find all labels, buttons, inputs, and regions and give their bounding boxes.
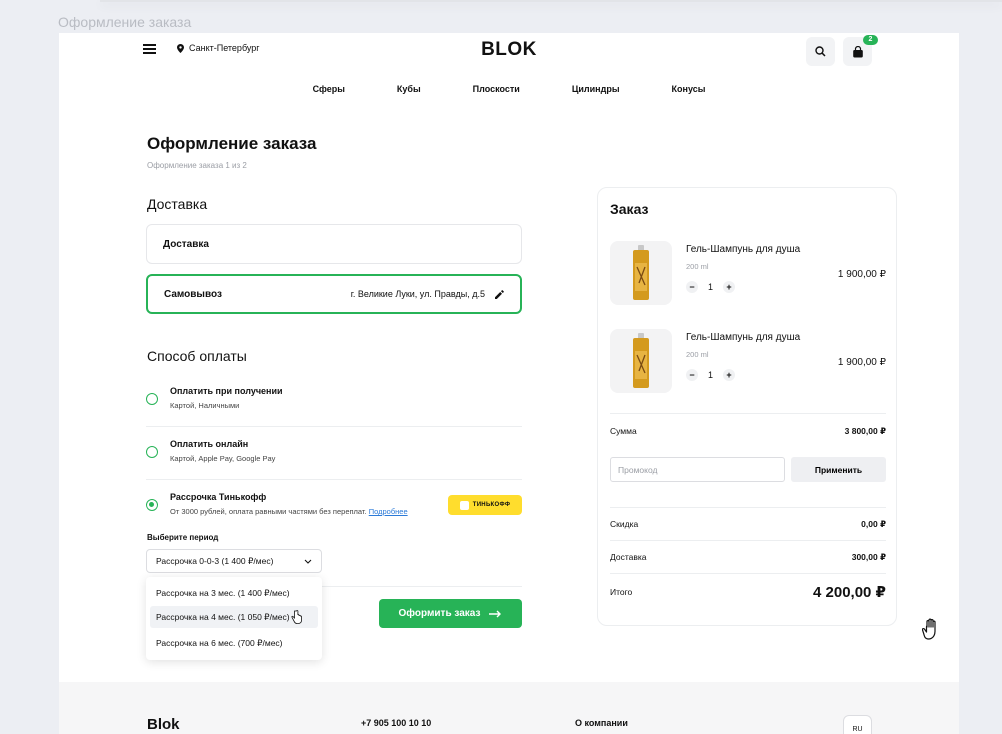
period-option[interactable]: Рассрочка на 6 мес. (700 ₽/мес) [150, 632, 318, 654]
nav-item-cubes[interactable]: Кубы [397, 84, 421, 94]
divider [146, 426, 522, 427]
period-dropdown: Рассрочка на 3 мес. (1 400 ₽/мес) Рассро… [146, 577, 322, 660]
increase-quantity-button[interactable]: + [723, 281, 736, 293]
delivery-option-pickup[interactable]: Самовывоз г. Великие Луки, ул. Правды, д… [146, 274, 522, 314]
footer-phone[interactable]: +7 905 100 10 10 [361, 718, 431, 728]
shampoo-bottle-icon [633, 333, 649, 388]
pointer-cursor-icon [291, 610, 302, 624]
submit-order-label: Оформить заказ [398, 608, 481, 619]
divider [146, 479, 522, 480]
cart-button[interactable]: 2 [843, 35, 878, 66]
nav-item-spheres[interactable]: Сферы [313, 84, 345, 94]
tinkoff-logo-text: ТИНЬКОФФ [472, 502, 511, 508]
total-row: Итого 4 200,00 ₽ [610, 583, 886, 601]
subtotal-row: Сумма 3 800,00 ₽ [610, 426, 886, 437]
product-name[interactable]: Гель-Шампунь для душа [686, 244, 800, 255]
product-volume: 200 ml [686, 262, 709, 271]
order-item: Гель-Шампунь для душа 200 ml − 1 + 1 900… [610, 241, 886, 305]
payment-option-title: Оплатить при получении [170, 386, 283, 396]
installment-description: От 3000 рублей, оплата равными частями б… [170, 507, 367, 516]
payment-option-title: Оплатить онлайн [170, 439, 249, 449]
shampoo-bottle-icon [633, 245, 649, 300]
delivery-option-courier[interactable]: Доставка [146, 224, 522, 264]
payment-option-title: Рассрочка Тинькофф [170, 492, 267, 502]
footer-about-link[interactable]: О компании [575, 718, 628, 728]
quantity-value: 1 [708, 370, 714, 380]
arrow-right-icon [489, 610, 502, 617]
order-item: Гель-Шампунь для душа 200 ml − 1 + 1 900… [610, 329, 886, 393]
payment-heading: Способ оплаты [147, 348, 247, 364]
checkout-step: Оформление заказа 1 из 2 [147, 161, 247, 170]
search-button[interactable] [806, 37, 835, 66]
product-volume: 200 ml [686, 350, 709, 359]
product-name[interactable]: Гель-Шампунь для душа [686, 332, 800, 343]
payment-option-sub: Картой, Apple Pay, Google Pay [170, 454, 276, 463]
quantity-stepper: − 1 + [686, 369, 736, 381]
apply-promo-button[interactable]: Применить [791, 457, 886, 482]
divider [610, 573, 886, 574]
quantity-value: 1 [708, 282, 714, 292]
edit-pencil-icon[interactable] [495, 289, 504, 299]
period-select[interactable]: Рассрочка 0-0-3 (1 400 ₽/мес) [146, 549, 322, 573]
period-label: Выберите период [147, 533, 219, 542]
top-shadow-bar [100, 0, 1002, 2]
page-caption: Оформление заказа [58, 14, 192, 30]
shopping-bag-icon [852, 45, 863, 57]
delivery-cost-value: 300,00 ₽ [851, 552, 886, 562]
quantity-stepper: − 1 + [686, 281, 736, 293]
delivery-option-label: Самовывоз [164, 288, 222, 300]
subtotal-label: Сумма [610, 426, 637, 436]
cart-count-badge: 2 [863, 35, 878, 45]
category-nav: Сферы Кубы Плоскости Цилиндры Конусы [59, 84, 959, 94]
pickup-address: г. Великие Луки, ул. Правды, д.5 [350, 289, 485, 299]
divider [610, 507, 886, 508]
divider [610, 540, 886, 541]
discount-row: Скидка 0,00 ₽ [610, 519, 886, 530]
delivery-cost-row: Доставка 300,00 ₽ [610, 552, 886, 563]
period-selected-value: Рассрочка 0-0-3 (1 400 ₽/мес) [156, 555, 274, 566]
divider [610, 413, 886, 414]
payment-option-on-delivery[interactable]: Оплатить при получении Картой, Наличными [146, 385, 522, 425]
tinkoff-logo: ТИНЬКОФФ [448, 495, 522, 515]
nav-item-cones[interactable]: Конусы [672, 84, 706, 94]
decrease-quantity-button[interactable]: − [686, 281, 698, 293]
delivery-option-label: Доставка [163, 238, 209, 250]
language-switcher[interactable]: RU [843, 715, 872, 734]
payment-option-sub: От 3000 рублей, оплата равными частями б… [170, 507, 408, 516]
product-price: 1 900,00 ₽ [837, 357, 886, 368]
footer: Blok +7 905 100 10 10 О компании RU [59, 682, 959, 734]
discount-value: 0,00 ₽ [861, 519, 886, 529]
footer-logo[interactable]: Blok [147, 716, 180, 733]
delivery-heading: Доставка [147, 196, 208, 212]
promo-code-input[interactable] [610, 457, 785, 482]
payment-option-sub: Картой, Наличными [170, 401, 240, 410]
chevron-down-icon [304, 559, 312, 564]
nav-item-cylinders[interactable]: Цилиндры [572, 84, 620, 94]
decrease-quantity-button[interactable]: − [686, 369, 698, 381]
nav-item-planes[interactable]: Плоскости [473, 84, 520, 94]
payment-radio[interactable] [146, 446, 158, 458]
product-thumbnail[interactable] [610, 241, 672, 305]
increase-quantity-button[interactable]: + [723, 369, 736, 381]
delivery-cost-label: Доставка [610, 552, 647, 562]
checkout-page: Санкт-Петербург BLOK 2 Сферы Кубы Плоскост… [59, 33, 959, 734]
payment-radio-selected[interactable] [146, 499, 158, 511]
discount-label: Скидка [610, 519, 639, 529]
total-label: Итого [610, 587, 633, 597]
payment-radio[interactable] [146, 393, 158, 405]
page-title: Оформление заказа [147, 134, 317, 153]
product-thumbnail[interactable] [610, 329, 672, 393]
details-link[interactable]: Подробнее [369, 507, 408, 516]
tinkoff-shield-icon [459, 500, 469, 510]
product-price: 1 900,00 ₽ [837, 269, 886, 280]
submit-order-button[interactable]: Оформить заказ [379, 599, 522, 628]
total-value: 4 200,00 ₽ [813, 584, 886, 601]
order-title: Заказ [610, 201, 649, 217]
period-option[interactable]: Рассрочка на 3 мес. (1 400 ₽/мес) [150, 582, 318, 604]
search-icon [815, 46, 826, 57]
payment-option-online[interactable]: Оплатить онлайн Картой, Apple Pay, Googl… [146, 438, 522, 478]
subtotal-value: 3 800,00 ₽ [844, 426, 886, 436]
order-summary-card: Заказ Гель-Шампунь для душа 200 ml − 1 +… [597, 187, 897, 626]
grab-hand-cursor-icon [922, 618, 936, 640]
